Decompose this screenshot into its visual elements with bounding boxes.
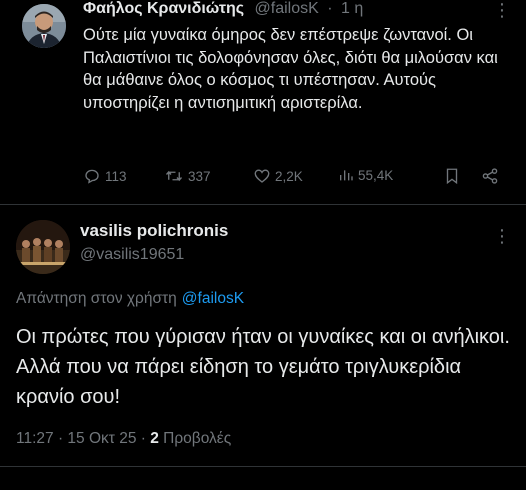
reply-text: Οι πρώτες που γύρισαν ήταν οι γυναίκες κ… — [16, 326, 510, 408]
tweet-time[interactable]: 1 η — [341, 0, 363, 17]
avatar-photo — [16, 220, 70, 274]
views-chart-icon — [340, 170, 353, 181]
reply-icon — [85, 169, 99, 184]
retweet-button[interactable]: 337 — [164, 167, 211, 185]
more-options-icon[interactable]: ⋮ — [493, 0, 511, 21]
more-options-icon[interactable]: ⋮ — [493, 226, 511, 247]
replying-to: Απάντηση στον χρήστη @failosK — [16, 290, 244, 308]
share-button[interactable] — [481, 167, 503, 185]
divider — [0, 466, 526, 467]
tweet-actions: 113 337 2,2K 55,4K — [83, 167, 513, 187]
author-name[interactable]: Φαήλος Κρανιδιώτης — [83, 0, 244, 17]
author-handle[interactable]: @failosK — [255, 0, 319, 17]
reply-author-handle[interactable]: @vasilis19651 — [80, 246, 184, 264]
header-separator: · — [327, 0, 333, 17]
like-button[interactable]: 2,2K — [253, 167, 303, 185]
avatar-photo — [22, 4, 66, 48]
like-count: 2,2K — [275, 168, 303, 184]
original-tweet[interactable]: Φαήλος Κρανιδιώτης @failosK · 1 η ⋮ Ούτε… — [0, 0, 526, 205]
replying-to-label: Απάντηση στον χρήστη — [16, 290, 177, 307]
tweet-header: Φαήλος Κρανιδιώτης @failosK · 1 η — [83, 0, 363, 18]
bookmark-icon — [446, 168, 458, 185]
views-count: 55,4K — [358, 167, 394, 183]
reply-timestamp[interactable]: 11:27 · 15 Οκτ 25 · — [16, 430, 146, 447]
bookmark-button[interactable] — [444, 167, 464, 185]
reply-views-label: Προβολές — [163, 430, 232, 447]
avatar[interactable] — [22, 4, 66, 48]
reply-author-name[interactable]: vasilis polichronis — [80, 221, 228, 241]
heart-icon — [254, 169, 270, 183]
reply-metadata: 11:27 · 15 Οκτ 25 · 2 Προβολές — [16, 430, 231, 448]
retweet-count: 337 — [188, 168, 211, 184]
reply-views-count: 2 — [150, 430, 159, 447]
views-button[interactable]: 55,4K — [338, 167, 393, 183]
tweet-text: Ούτε μία γυναίκα όμηρος δεν επέστρεψε ζω… — [83, 26, 498, 112]
reply-button[interactable]: 113 — [83, 167, 127, 185]
divider — [0, 204, 526, 205]
retweet-icon — [165, 170, 183, 182]
mention-link[interactable]: @failosK — [182, 290, 244, 307]
share-icon — [482, 168, 498, 184]
reply-count: 113 — [105, 168, 127, 184]
reply-avatar[interactable] — [16, 220, 70, 274]
